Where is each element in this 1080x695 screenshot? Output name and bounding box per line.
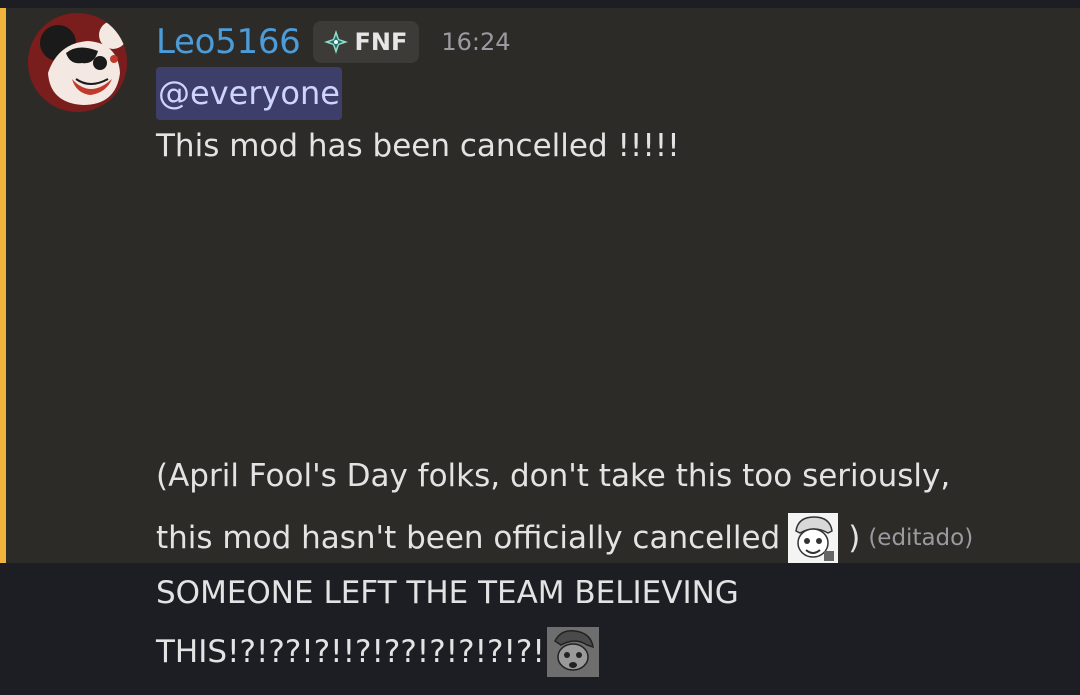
guild-tag-label: FNF (354, 28, 408, 56)
message-line-2: (April Fool's Day folks, don't take this… (156, 458, 951, 494)
message-timestamp[interactable]: 16:24 (441, 28, 510, 56)
message-line-3-text: this mod hasn't been officially cancelle… (156, 520, 781, 556)
reply-line-1: SOMEONE LEFT THE TEAM BELIEVING (156, 575, 739, 611)
message-header: Leo5166 FNF 16:24 (156, 18, 511, 66)
everyone-mention[interactable]: @everyone (156, 67, 342, 120)
mickey-avatar-icon (28, 13, 127, 112)
message-line-1: This mod has been cancelled !!!!! (156, 128, 680, 164)
top-strip (0, 0, 1080, 8)
mention-indicator-bar (0, 8, 6, 563)
reply-line-2: THIS!?!??!?!!?!??!?!?!?!?! (156, 627, 599, 677)
diamond-sparkle-icon (323, 30, 348, 54)
cartoon-face-emoji-icon[interactable] (788, 513, 839, 563)
guild-tag-badge[interactable]: FNF (312, 21, 420, 63)
user-avatar[interactable] (28, 13, 127, 112)
author-username[interactable]: Leo5166 (156, 22, 301, 62)
message-line-3-close: ) (848, 520, 861, 556)
sketch-face-emoji-icon[interactable] (546, 627, 599, 677)
reply-line-2-text: THIS!?!??!?!!?!??!?!?!?!?! (156, 634, 545, 670)
message-line-3: this mod hasn't been officially cancelle… (156, 513, 973, 563)
edited-label: (editado) (868, 525, 974, 551)
